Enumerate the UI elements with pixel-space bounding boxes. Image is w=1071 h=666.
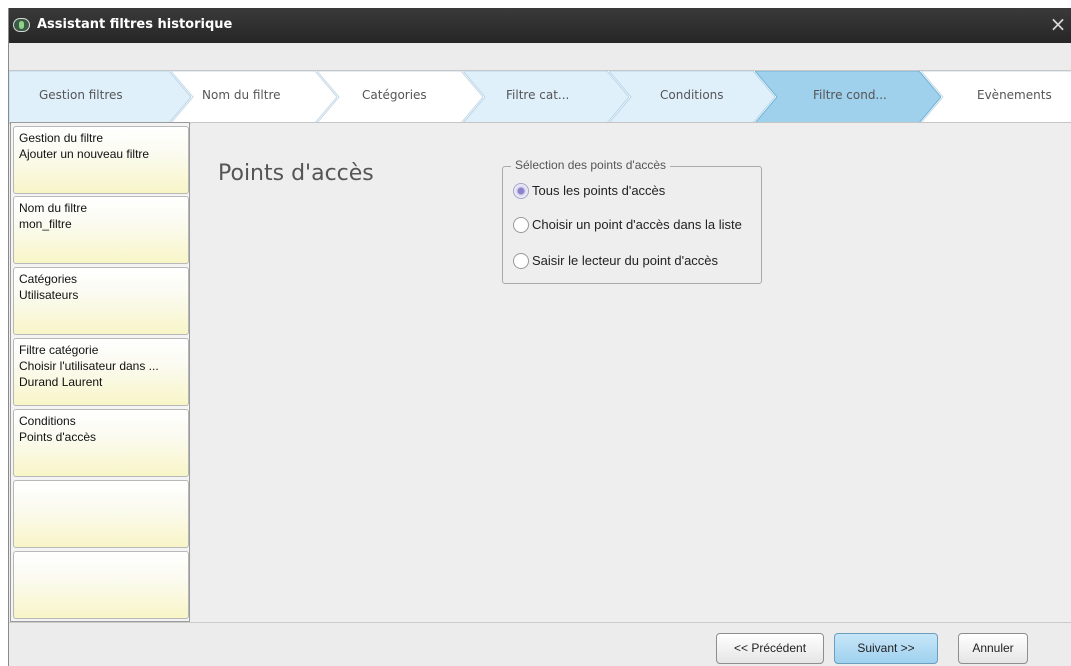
group-legend: Sélection des points d'accès: [511, 158, 671, 172]
radio-label: Saisir le lecteur du point d'accès: [532, 253, 719, 268]
summary-card-empty: [13, 551, 189, 619]
page-title: Points d'accès: [218, 161, 374, 186]
wizard-content: Points d'accès Sélection des points d'ac…: [191, 122, 1071, 622]
summary-card-filtre-categorie: Filtre catégorie Choisir l'utilisateur d…: [13, 338, 189, 406]
step-label: Evènements: [977, 88, 1052, 102]
summary-card-nom: Nom du filtre mon_filtre: [13, 196, 189, 264]
step-label: Filtre cat...: [506, 88, 570, 102]
access-point-selection-group: Sélection des points d'accès Tous les po…: [502, 158, 763, 284]
card-value: Ajouter un nouveau filtre: [19, 147, 150, 161]
step-label: Gestion filtres: [39, 88, 123, 102]
footer-bar: << Précédent Suivant >> Annuler: [9, 622, 1071, 666]
card-heading: Gestion du filtre: [19, 131, 104, 145]
card-value: Utilisateurs: [19, 288, 79, 302]
next-button[interactable]: Suivant >>: [834, 633, 938, 664]
card-heading: Catégories: [19, 272, 78, 286]
step-evenements[interactable]: Evènements: [921, 71, 1071, 123]
window-title: Assistant filtres historique: [37, 17, 233, 32]
cancel-button[interactable]: Annuler: [958, 633, 1028, 664]
step-conditions[interactable]: Conditions: [609, 71, 775, 123]
step-label: Nom du filtre: [202, 88, 281, 102]
radio-label: Tous les points d'accès: [532, 183, 666, 198]
card-value: Durand Laurent: [19, 375, 103, 389]
card-value: mon_filtre: [19, 217, 72, 231]
step-label: Conditions: [660, 88, 724, 102]
wizard-steps: Gestion filtres Nom du filtre Catégories…: [9, 70, 1071, 124]
step-categories[interactable]: Catégories: [317, 71, 483, 123]
step-filtre-cond[interactable]: Filtre cond...: [755, 71, 941, 123]
step-label: Filtre cond...: [813, 88, 887, 102]
card-value: Choisir l'utilisateur dans ...: [19, 359, 159, 373]
radio-icon[interactable]: [513, 253, 529, 269]
close-icon[interactable]: ×: [1047, 12, 1069, 36]
radio-enter-reader[interactable]: Saisir le lecteur du point d'accès: [513, 253, 763, 271]
radio-label: Choisir un point d'accès dans la liste: [532, 217, 742, 232]
step-filtre-cat[interactable]: Filtre cat...: [463, 71, 629, 123]
previous-button[interactable]: << Précédent: [716, 633, 824, 664]
step-nom-filtre[interactable]: Nom du filtre: [171, 71, 337, 123]
summary-sidebar: Gestion du filtre Ajouter un nouveau fil…: [10, 122, 190, 622]
radio-all-access-points[interactable]: Tous les points d'accès: [513, 183, 763, 201]
radio-choose-access-point[interactable]: Choisir un point d'accès dans la liste: [513, 217, 763, 235]
card-value: Points d'accès: [19, 430, 96, 444]
summary-card-gestion: Gestion du filtre Ajouter un nouveau fil…: [13, 126, 189, 194]
summary-card-categories: Catégories Utilisateurs: [13, 267, 189, 335]
wizard-window: Assistant filtres historique × Gestion f…: [8, 8, 1071, 666]
card-heading: Nom du filtre: [19, 201, 88, 215]
step-gestion-filtres[interactable]: Gestion filtres: [9, 71, 191, 123]
card-heading: Conditions: [19, 414, 76, 428]
summary-card-empty: [13, 480, 189, 548]
title-bar: Assistant filtres historique ×: [9, 8, 1071, 43]
card-heading: Filtre catégorie: [19, 343, 99, 357]
radio-icon[interactable]: [513, 217, 529, 233]
step-label: Catégories: [362, 88, 427, 102]
summary-card-conditions: Conditions Points d'accès: [13, 409, 189, 477]
radio-selected-icon[interactable]: [513, 183, 529, 199]
app-icon: [13, 18, 30, 32]
